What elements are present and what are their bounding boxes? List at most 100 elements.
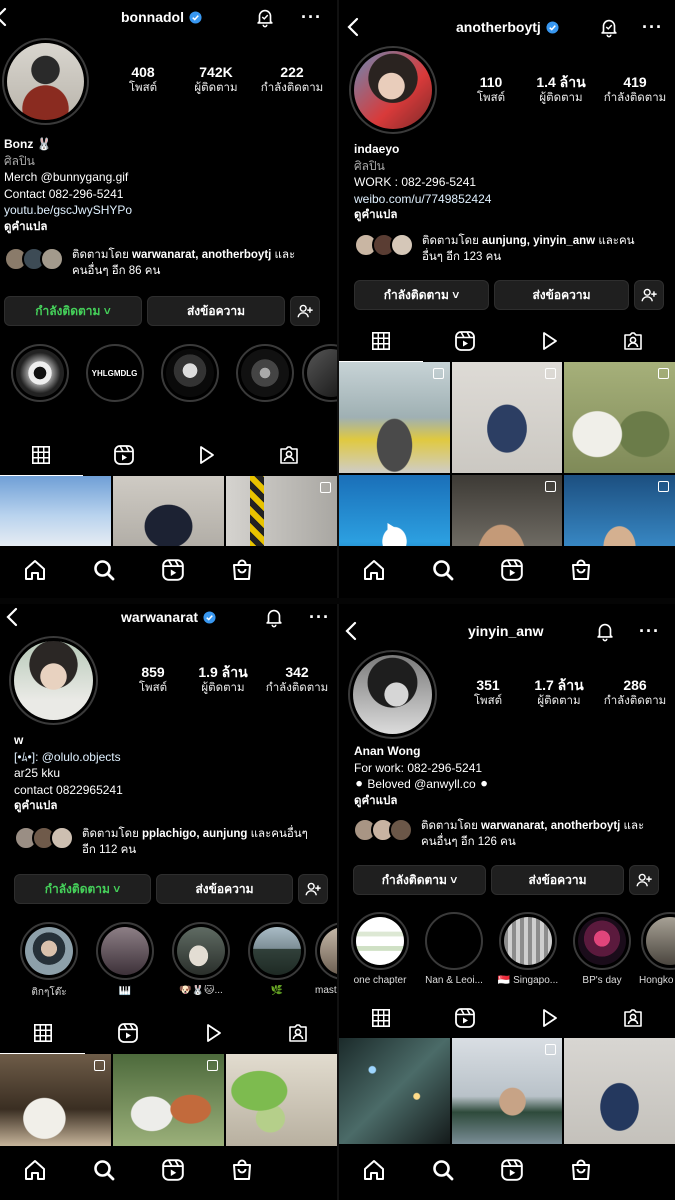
notification-bell-icon[interactable]	[598, 16, 620, 38]
followers-stat[interactable]: 1.9 ล้าน ผู้ติดตาม	[188, 664, 258, 696]
highlight-item[interactable]: mast	[315, 922, 337, 1000]
posts-stat[interactable]: 859 โพสต์	[118, 664, 188, 696]
bio-link[interactable]: weibo.com/u/7749852424	[354, 191, 491, 208]
following-button[interactable]: กำลังติดตาม ˅	[354, 280, 489, 310]
nav-reels[interactable]	[138, 558, 207, 582]
notification-bell-icon[interactable]	[254, 6, 276, 28]
following-stat[interactable]: 419 กำลังติดตาม	[596, 74, 674, 106]
profile-avatar[interactable]	[348, 650, 437, 739]
nav-search[interactable]	[408, 1158, 477, 1182]
followed-by[interactable]: ติดตามโดย warwanarat, anotherboytj และ ค…	[4, 247, 334, 279]
nav-reels[interactable]	[477, 1158, 546, 1182]
highlight-item[interactable]	[227, 344, 302, 407]
tab-reels[interactable]	[85, 1018, 170, 1048]
tab-videos[interactable]	[170, 1018, 255, 1048]
tab-posts-grid[interactable]	[0, 1018, 85, 1054]
posts-stat[interactable]: 110 โพสต์	[456, 74, 526, 106]
post-thumbnail[interactable]	[564, 362, 675, 473]
tab-posts-grid[interactable]	[339, 1003, 423, 1039]
tab-videos[interactable]	[165, 440, 248, 470]
highlight-item[interactable]	[152, 344, 227, 407]
tab-tagged[interactable]	[248, 440, 331, 470]
profile-avatar[interactable]	[349, 46, 437, 134]
nav-shop[interactable]	[207, 1158, 276, 1182]
posts-stat[interactable]: 408 โพสต์	[108, 64, 178, 96]
post-thumbnail[interactable]	[339, 1038, 450, 1144]
nav-search[interactable]	[408, 558, 477, 582]
post-thumbnail[interactable]	[226, 1054, 337, 1146]
highlight-item[interactable]: 🇸🇬 Singapo...	[491, 912, 565, 986]
post-thumbnail[interactable]	[0, 1054, 111, 1146]
suggested-users-button[interactable]	[290, 296, 320, 326]
post-thumbnail[interactable]	[113, 476, 224, 548]
post-thumbnail[interactable]	[451, 1038, 563, 1144]
more-options-icon[interactable]: ···	[309, 608, 330, 626]
highlight-item[interactable]	[302, 344, 337, 407]
profile-avatar[interactable]	[2, 38, 89, 125]
back-icon[interactable]	[342, 619, 362, 643]
followed-by[interactable]: ติดตามโดย aunjung, yinyin_anw และคน อื่น…	[354, 233, 674, 265]
see-translation-link[interactable]: ดูคำแปล	[14, 798, 123, 815]
highlight-item[interactable]	[2, 344, 77, 407]
highlight-item[interactable]: Nan & Leoi...	[417, 912, 491, 986]
see-translation-link[interactable]: ดูคำแปล	[354, 793, 489, 810]
nav-home[interactable]	[339, 1158, 408, 1182]
posts-stat[interactable]: 351 โพสต์	[453, 677, 523, 709]
nav-home[interactable]	[339, 558, 408, 582]
highlight-item[interactable]: one chapter	[343, 912, 417, 986]
post-thumbnail[interactable]	[451, 362, 563, 473]
notification-bell-icon[interactable]	[263, 606, 285, 628]
nav-reels[interactable]	[477, 558, 546, 582]
more-options-icon[interactable]: ···	[639, 622, 660, 640]
more-options-icon[interactable]: ···	[642, 18, 663, 36]
tab-reels[interactable]	[83, 440, 166, 470]
post-thumbnail[interactable]	[113, 1054, 224, 1146]
suggested-users-button[interactable]	[629, 865, 659, 895]
followed-by[interactable]: ติดตามโดย warwanarat, anotherboytj และ ค…	[353, 818, 675, 850]
tab-tagged[interactable]	[591, 1003, 675, 1033]
following-button[interactable]: กำลังติดตาม ˅	[14, 874, 151, 904]
nav-search[interactable]	[69, 558, 138, 582]
following-stat[interactable]: 286 กำลังติดตาม	[595, 677, 675, 709]
see-translation-link[interactable]: ดูคำแปล	[4, 219, 132, 236]
notification-bell-icon[interactable]	[594, 620, 616, 642]
message-button[interactable]: ส่งข้อความ	[494, 280, 629, 310]
highlight-item[interactable]: 🌿	[239, 922, 315, 1000]
more-options-icon[interactable]: ···	[301, 8, 322, 26]
highlight-item[interactable]: Hongko	[639, 912, 675, 986]
nav-shop[interactable]	[546, 558, 615, 582]
back-icon[interactable]	[3, 605, 23, 629]
nav-search[interactable]	[69, 1158, 138, 1182]
message-button[interactable]: ส่งข้อความ	[156, 874, 293, 904]
see-translation-link[interactable]: ดูคำแปล	[354, 207, 491, 224]
suggested-users-button[interactable]	[634, 280, 664, 310]
following-button[interactable]: กำลังติดตาม ˅	[4, 296, 142, 326]
highlight-item[interactable]: 🐶🐰🐱...	[163, 922, 239, 1000]
message-button[interactable]: ส่งข้อความ	[147, 296, 285, 326]
post-thumbnail[interactable]	[0, 476, 111, 548]
nav-home[interactable]	[0, 558, 69, 582]
highlight-item[interactable]: BP's day	[565, 912, 639, 986]
following-stat[interactable]: 222 กำลังติดตาม	[254, 64, 330, 96]
post-thumbnail[interactable]	[564, 1038, 675, 1144]
followers-stat[interactable]: 742K ผู้ติดตาม	[178, 64, 254, 96]
suggested-users-button[interactable]	[298, 874, 328, 904]
post-thumbnail[interactable]	[226, 476, 337, 548]
back-icon[interactable]	[0, 5, 12, 29]
following-button[interactable]: กำลังติดตาม ˅	[353, 865, 486, 895]
tab-tagged[interactable]	[591, 326, 675, 356]
tab-videos[interactable]	[507, 1003, 591, 1033]
tab-videos[interactable]	[507, 326, 591, 356]
tab-reels[interactable]	[423, 1003, 507, 1033]
tab-tagged[interactable]	[255, 1018, 337, 1048]
message-button[interactable]: ส่งข้อความ	[491, 865, 624, 895]
following-stat[interactable]: 342 กำลังติดตาม	[258, 664, 336, 696]
nav-shop[interactable]	[546, 1158, 615, 1182]
followers-stat[interactable]: 1.4 ล้าน ผู้ติดตาม	[526, 74, 596, 106]
profile-avatar[interactable]	[9, 636, 98, 725]
tab-reels[interactable]	[423, 326, 507, 356]
tab-posts-grid[interactable]	[339, 326, 423, 362]
followed-by[interactable]: ติดตามโดย pplachigo, aunjung และคนอื่นๆ …	[14, 826, 334, 858]
nav-shop[interactable]	[207, 558, 276, 582]
highlight-item[interactable]: ติกๆโต๊ะ	[11, 922, 87, 1000]
